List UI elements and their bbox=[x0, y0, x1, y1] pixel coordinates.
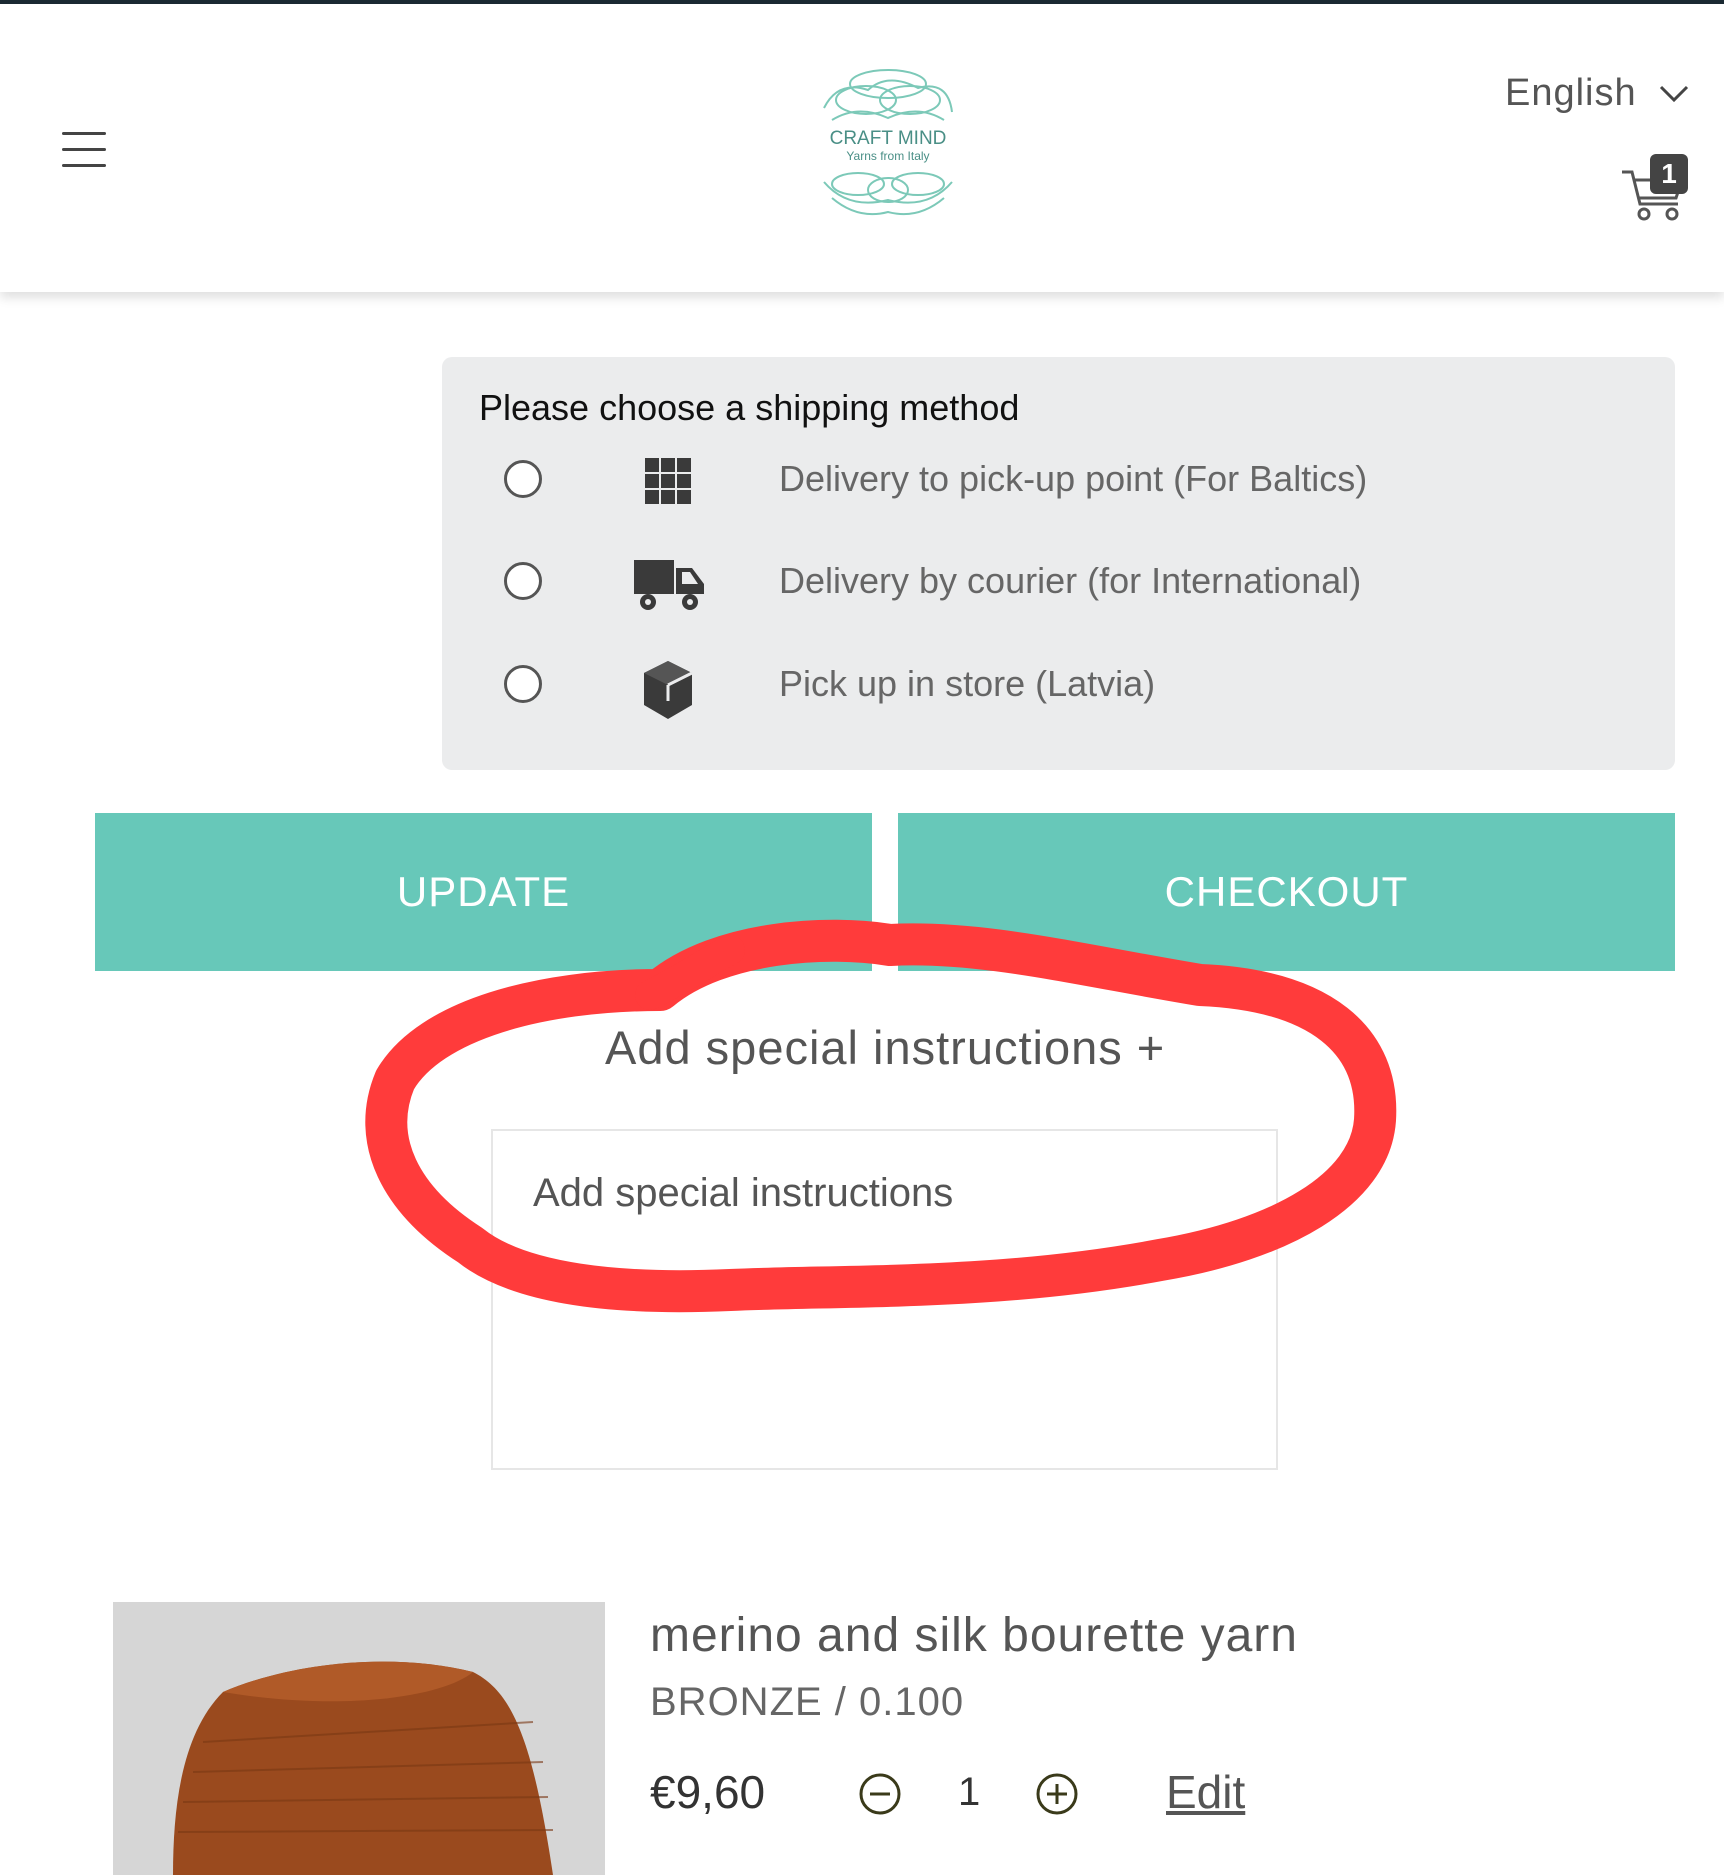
shipping-option[interactable]: Pick up in store (Latvia) bbox=[0, 645, 1724, 725]
shipping-option[interactable]: Delivery by courier (for International) bbox=[0, 542, 1724, 622]
shipping-option[interactable]: Delivery to pick-up point (For Baltics) bbox=[0, 440, 1724, 520]
shipping-label-courier: Delivery by courier (for International) bbox=[779, 560, 1362, 601]
shipping-radio-courier[interactable] bbox=[504, 562, 542, 600]
shipping-title: Please choose a shipping method bbox=[479, 387, 1020, 428]
shipping-label-store: Pick up in store (Latvia) bbox=[779, 663, 1156, 704]
language-selector[interactable]: English bbox=[1505, 72, 1689, 115]
edit-link[interactable]: Edit bbox=[1166, 1765, 1245, 1819]
box-icon bbox=[644, 661, 693, 719]
product-price: €9,60 bbox=[650, 1766, 766, 1818]
product-variant: BRONZE / 0.100 bbox=[650, 1680, 965, 1724]
site-header: CRAFT MIND Yarns from Italy English 1 bbox=[0, 4, 1724, 292]
menu-icon[interactable] bbox=[62, 132, 106, 168]
svg-text:Yarns from Italy: Yarns from Italy bbox=[846, 149, 929, 163]
update-button[interactable]: UPDATE bbox=[95, 813, 872, 971]
grid-icon bbox=[645, 458, 691, 504]
plus-circle-icon[interactable] bbox=[1035, 1772, 1079, 1816]
brand-logo[interactable]: CRAFT MIND Yarns from Italy bbox=[818, 60, 958, 222]
shipping-radio-pickup-point[interactable] bbox=[504, 460, 542, 498]
yarn-cone-image bbox=[113, 1602, 605, 1875]
cart-count-badge: 1 bbox=[1650, 154, 1688, 194]
special-instructions-field[interactable] bbox=[491, 1129, 1278, 1470]
product-name[interactable]: merino and silk bourette yarn bbox=[650, 1608, 1298, 1663]
minus-circle-icon[interactable] bbox=[858, 1772, 902, 1816]
quantity-value: 1 bbox=[958, 1770, 981, 1814]
special-instructions-toggle[interactable]: Add special instructions + bbox=[605, 1020, 1165, 1075]
checkout-button[interactable]: CHECKOUT bbox=[898, 813, 1675, 971]
language-label: English bbox=[1505, 72, 1637, 114]
truck-icon bbox=[634, 560, 704, 610]
svg-text:CRAFT MIND: CRAFT MIND bbox=[830, 128, 947, 149]
shipping-radio-store[interactable] bbox=[504, 665, 542, 703]
shipping-label-pickup-point: Delivery to pick-up point (For Baltics) bbox=[779, 458, 1368, 499]
chevron-down-icon bbox=[1659, 85, 1688, 102]
product-image[interactable] bbox=[113, 1602, 605, 1875]
